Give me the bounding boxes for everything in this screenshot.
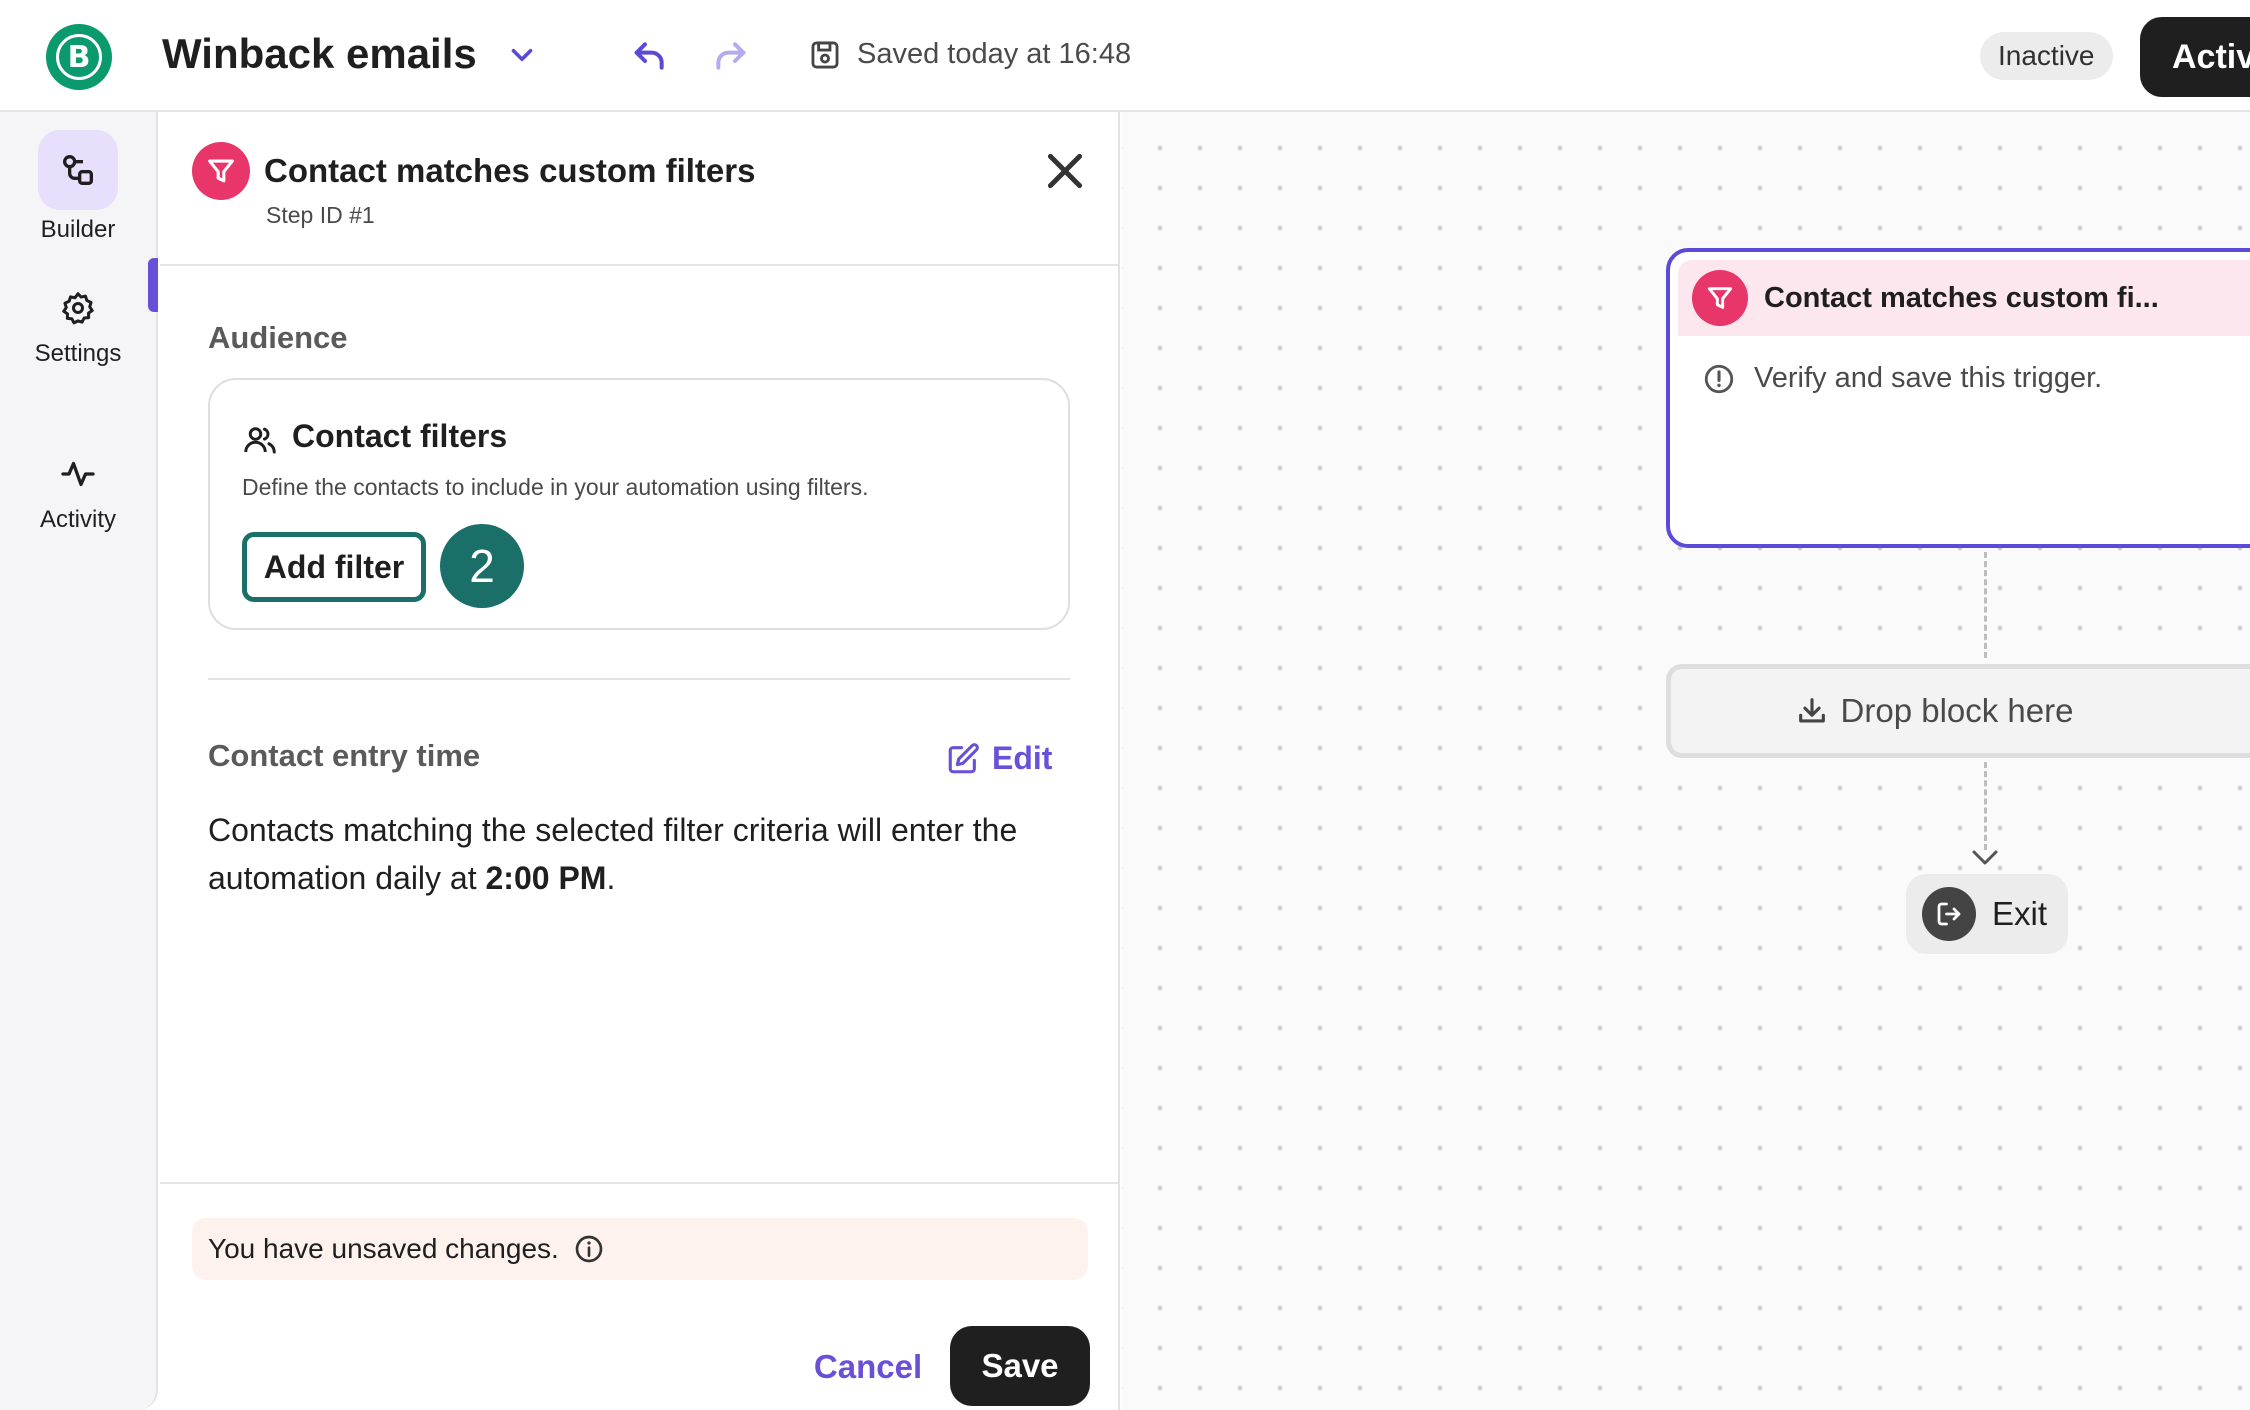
entry-text-suffix: .	[606, 860, 616, 896]
panel-header: Contact matches custom filters Step ID #…	[160, 112, 1118, 266]
add-filter-button[interactable]: Add filter	[242, 532, 426, 602]
cancel-button[interactable]: Cancel	[780, 1328, 956, 1406]
contact-filters-description: Define the contacts to include in your a…	[242, 474, 869, 500]
users-icon	[244, 427, 276, 454]
undo-icon[interactable]	[630, 36, 670, 76]
edit-label: Edit	[992, 740, 1053, 776]
activity-icon	[38, 448, 118, 500]
step-id: Step ID #1	[266, 202, 375, 228]
trigger-card-title: Contact matches custom fi...	[1764, 282, 2159, 314]
trigger-step-card[interactable]: Contact matches custom fi... Verify and …	[1666, 248, 2250, 548]
status-badge: Inactive	[1980, 32, 2113, 80]
top-bar: B Winback emails Saved today at 16:48 In…	[0, 0, 2250, 112]
drop-block-zone[interactable]: Drop block here	[1666, 664, 2250, 758]
activate-button[interactable]: Activ	[2140, 17, 2250, 97]
connector-line	[1984, 552, 1987, 658]
nav-item-builder[interactable]: Builder	[0, 130, 156, 244]
trigger-card-header: Contact matches custom fi...	[1678, 260, 2250, 336]
chevron-down-icon[interactable]	[505, 38, 539, 72]
builder-icon	[38, 130, 118, 210]
nav-label-activity: Activity	[39, 506, 116, 533]
close-icon[interactable]	[1040, 146, 1090, 196]
exit-label: Exit	[1992, 895, 2048, 932]
gear-icon	[38, 282, 118, 334]
nav-label-settings: Settings	[34, 340, 122, 367]
save-status-text: Saved today at 16:48	[857, 38, 1132, 70]
panel-footer: You have unsaved changes. Cancel Save	[160, 1182, 1118, 1410]
edit-icon	[948, 742, 979, 773]
automation-title[interactable]: Winback emails	[162, 30, 477, 78]
chevron-down-icon	[1972, 850, 1998, 865]
warning-icon	[1704, 364, 1734, 394]
save-button[interactable]: Save	[950, 1326, 1090, 1406]
logo-letter: B	[56, 34, 102, 80]
nav-item-settings[interactable]: Settings	[0, 282, 156, 368]
edit-entry-time-button[interactable]: Edit	[946, 740, 1052, 777]
section-divider	[208, 678, 1070, 680]
download-icon	[1798, 698, 1825, 723]
unsaved-changes-banner: You have unsaved changes.	[192, 1218, 1088, 1280]
nav-label-builder: Builder	[40, 216, 116, 243]
step-number-marker: 2	[440, 524, 524, 608]
floppy-disk-icon	[811, 41, 839, 69]
filter-funnel-icon	[192, 142, 250, 200]
filter-funnel-icon	[1692, 270, 1748, 326]
drop-block-label: Drop block here	[1840, 692, 2074, 729]
trigger-warning-text: Verify and save this trigger.	[1754, 362, 2103, 394]
exit-node[interactable]: Exit	[1906, 874, 2068, 954]
brevo-logo[interactable]: B	[46, 24, 112, 90]
entry-time-description: Contacts matching the selected filter cr…	[208, 806, 1068, 902]
info-icon[interactable]	[573, 1233, 605, 1265]
panel-title: Contact matches custom filters	[264, 152, 756, 189]
audience-heading: Audience	[208, 320, 348, 355]
nav-item-activity[interactable]: Activity	[0, 448, 156, 534]
unsaved-changes-text: You have unsaved changes.	[208, 1233, 559, 1264]
contact-filters-card: Contact filters Define the contacts to i…	[208, 378, 1070, 630]
contact-entry-time-heading: Contact entry time	[208, 738, 481, 773]
exit-icon	[1922, 887, 1976, 941]
workflow-canvas[interactable]: Contact matches custom fi... Verify and …	[1122, 112, 2250, 1410]
redo-icon[interactable]	[710, 36, 750, 76]
step-settings-panel: Contact matches custom filters Step ID #…	[160, 112, 1120, 1410]
entry-time-value: 2:00 PM	[485, 860, 607, 896]
contact-filters-title: Contact filters	[292, 418, 508, 454]
connector-line	[1984, 762, 1987, 850]
left-navigation: Builder Settings Activity	[0, 112, 158, 1410]
